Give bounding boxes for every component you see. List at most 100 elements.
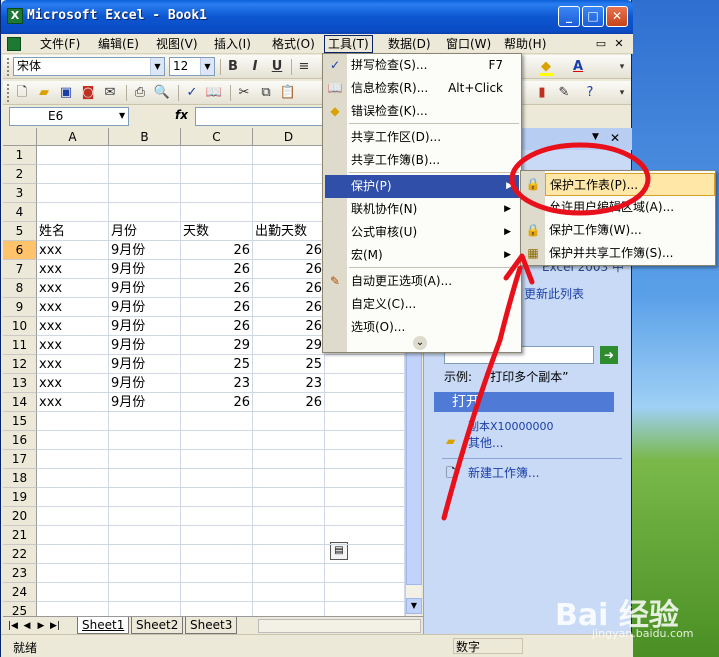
cell[interactable]: xxx [37, 393, 109, 412]
cell[interactable] [181, 583, 253, 602]
menu-item-research[interactable]: 信息检索(R)... Alt+Click [347, 77, 517, 100]
cell[interactable]: 9月份 [109, 260, 181, 279]
cell[interactable] [181, 165, 253, 184]
cell[interactable] [181, 526, 253, 545]
cell[interactable]: 9月份 [109, 279, 181, 298]
tab-sheet1[interactable]: Sheet1 [77, 617, 130, 634]
cell[interactable] [325, 355, 405, 374]
row-header[interactable]: 8 [3, 279, 37, 298]
cell[interactable] [109, 203, 181, 222]
font-color-icon[interactable]: A [569, 58, 587, 76]
font-size-combo[interactable]: 12 ▼ [169, 57, 215, 76]
update-list-link[interactable]: 更新此列表 [524, 285, 584, 302]
tab-sheet3[interactable]: Sheet3 [185, 617, 238, 634]
cell[interactable] [253, 450, 325, 469]
bold-button[interactable]: B [224, 58, 242, 76]
cell[interactable] [181, 431, 253, 450]
menu-item-autocorrect-options[interactable]: 自动更正选项(A)... [347, 270, 517, 293]
email-icon[interactable]: ✉ [101, 84, 119, 102]
cell[interactable] [253, 526, 325, 545]
cell[interactable]: 26 [181, 317, 253, 336]
cell[interactable]: 26 [181, 393, 253, 412]
italic-button[interactable]: I [246, 58, 264, 76]
row-header[interactable]: 20 [3, 507, 37, 526]
row-header[interactable]: 19 [3, 488, 37, 507]
cell[interactable] [109, 602, 181, 616]
cell[interactable] [253, 469, 325, 488]
cell[interactable]: 23 [181, 374, 253, 393]
cell[interactable]: xxx [37, 260, 109, 279]
cell[interactable] [325, 450, 405, 469]
cell[interactable]: 9月份 [109, 374, 181, 393]
cell[interactable] [37, 602, 109, 616]
cell[interactable] [37, 526, 109, 545]
cell[interactable] [325, 431, 405, 450]
chart-wizard-icon[interactable]: ▮ [533, 84, 551, 102]
cell[interactable] [181, 488, 253, 507]
close-button[interactable]: ✕ [606, 6, 628, 27]
cell[interactable]: 9月份 [109, 336, 181, 355]
menu-item-formula-auditing[interactable]: 公式审核(U) ▶ [347, 221, 517, 244]
cell[interactable]: 26 [181, 241, 253, 260]
cell[interactable] [109, 165, 181, 184]
spelling-icon[interactable]: ✓ [183, 84, 201, 102]
cell[interactable]: 月份 [109, 222, 181, 241]
cell[interactable] [325, 545, 405, 564]
menu-item-allow-edit-ranges[interactable]: 允许用户编辑区域(A)... [545, 196, 715, 219]
cell[interactable]: xxx [37, 298, 109, 317]
row-header[interactable]: 24 [3, 583, 37, 602]
cell[interactable]: 25 [181, 355, 253, 374]
cell[interactable] [109, 507, 181, 526]
cell[interactable]: 26 [181, 279, 253, 298]
cell[interactable]: 天数 [181, 222, 253, 241]
cell[interactable]: 23 [253, 374, 325, 393]
cell[interactable]: 9月份 [109, 241, 181, 260]
cell[interactable] [37, 412, 109, 431]
maximize-button[interactable]: □ [582, 6, 604, 27]
next-sheet-icon[interactable]: ▶ [35, 619, 47, 633]
row-header[interactable]: 6 [3, 241, 37, 260]
permission-icon[interactable]: ◙ [79, 84, 97, 102]
cell[interactable]: xxx [37, 279, 109, 298]
row-header[interactable]: 23 [3, 564, 37, 583]
row-header[interactable]: 15 [3, 412, 37, 431]
cell[interactable] [109, 184, 181, 203]
menu-help[interactable]: 帮助(H) [501, 36, 549, 52]
toolbar-overflow-icon[interactable]: ▾ [613, 84, 631, 102]
cell[interactable] [181, 564, 253, 583]
cell[interactable]: 26 [181, 298, 253, 317]
cell[interactable] [253, 412, 325, 431]
print-preview-icon[interactable]: 🔍 [153, 84, 171, 102]
chevron-down-icon[interactable]: ▼ [119, 111, 125, 120]
cell[interactable] [109, 545, 181, 564]
menu-insert[interactable]: 插入(I) [211, 36, 254, 52]
cell[interactable] [37, 146, 109, 165]
first-sheet-icon[interactable]: |◀ [7, 619, 19, 633]
menu-item-protect-workbook[interactable]: 保护工作簿(W)... [545, 219, 715, 242]
row-header[interactable]: 1 [3, 146, 37, 165]
mdi-close-icon[interactable]: ✕ [612, 37, 626, 51]
cell[interactable] [325, 469, 405, 488]
cell[interactable]: 9月份 [109, 298, 181, 317]
cell[interactable] [109, 564, 181, 583]
chevron-down-icon[interactable]: ▼ [150, 58, 164, 75]
cell[interactable] [37, 564, 109, 583]
drawing-icon[interactable]: ✎ [555, 84, 573, 102]
cell[interactable] [181, 602, 253, 616]
row-header[interactable]: 14 [3, 393, 37, 412]
cell[interactable] [325, 507, 405, 526]
cell[interactable] [253, 583, 325, 602]
menu-item-shared-workspace[interactable]: 共享工作区(D)... [347, 126, 517, 149]
title-bar[interactable]: X Microsoft Excel - Book1 _ □ ✕ [1, 0, 633, 34]
row-header[interactable]: 21 [3, 526, 37, 545]
cell[interactable]: 26 [181, 260, 253, 279]
menu-item-share-workbook[interactable]: 共享工作簿(B)... [347, 149, 517, 172]
cell[interactable] [253, 184, 325, 203]
cell[interactable] [181, 469, 253, 488]
prev-sheet-icon[interactable]: ◀ [21, 619, 33, 633]
cell[interactable] [181, 146, 253, 165]
new-workbook-link[interactable]: 新建工作簿... [468, 464, 539, 481]
cell[interactable] [253, 507, 325, 526]
cell[interactable] [181, 184, 253, 203]
cell[interactable]: 9月份 [109, 393, 181, 412]
